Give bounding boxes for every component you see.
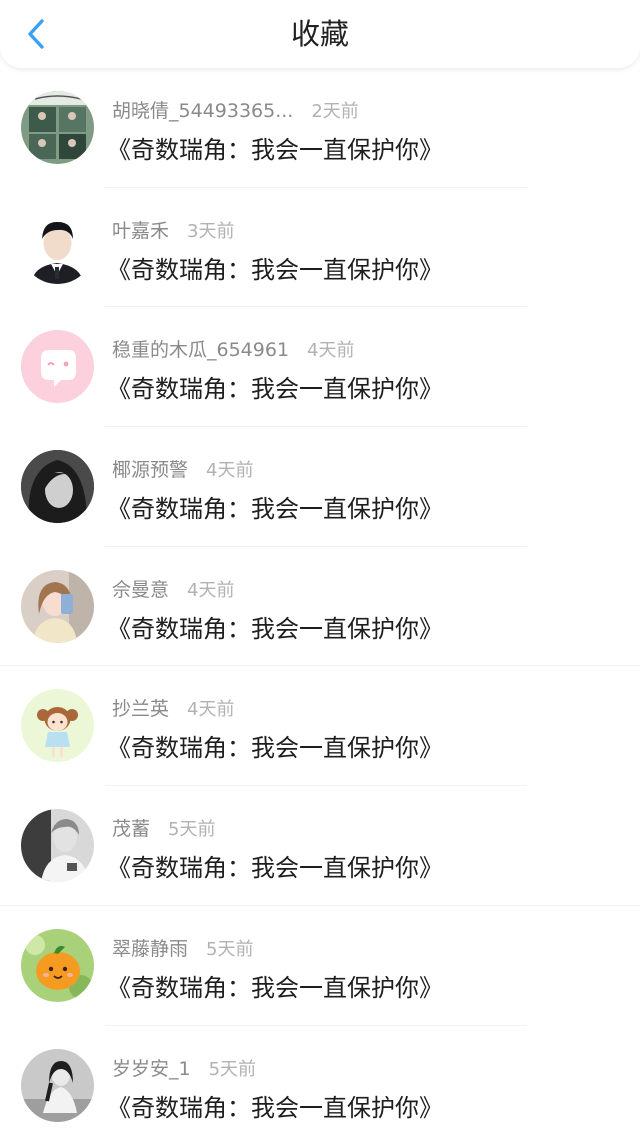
timestamp: 4天前 (187, 580, 234, 601)
top-bar: 收藏 (0, 0, 640, 68)
username[interactable]: 叶嘉禾 (112, 220, 169, 242)
work-title[interactable]: 《奇数瑞角：我会一直保护你》 (107, 609, 443, 644)
list-item[interactable]: 岁岁安_1 5天前 《奇数瑞角：我会一直保护你》 (0, 1026, 640, 1145)
list-item[interactable]: 胡晓倩_54493365... 2天前 《奇数瑞角：我会一直保护你》 (0, 68, 640, 188)
avatar[interactable] (21, 929, 94, 1002)
favorites-list: 胡晓倩_54493365... 2天前 《奇数瑞角：我会一直保护你》 叶嘉禾 3天前… (0, 68, 640, 1145)
username[interactable]: 茂蓄 (112, 818, 150, 840)
item-meta: 胡晓倩_54493365... 2天前 (112, 96, 359, 123)
avatar[interactable] (21, 570, 94, 643)
avatar[interactable] (21, 689, 94, 762)
username[interactable]: 抄兰英 (112, 698, 169, 720)
username[interactable]: 岁岁安_1 (112, 1058, 191, 1080)
username[interactable]: 胡晓倩_54493365... (112, 100, 293, 122)
list-item[interactable]: 叶嘉禾 3天前 《奇数瑞角：我会一直保护你》 (0, 188, 640, 308)
username[interactable]: 佘曼意 (112, 579, 169, 601)
timestamp: 3天前 (187, 221, 234, 242)
timestamp: 4天前 (187, 699, 234, 720)
avatar[interactable] (21, 809, 94, 882)
page-title: 收藏 (0, 0, 640, 68)
list-item[interactable]: 茂蓄 5天前 《奇数瑞角：我会一直保护你》 (0, 786, 640, 906)
timestamp: 4天前 (307, 340, 354, 361)
work-title[interactable]: 《奇数瑞角：我会一直保护你》 (107, 369, 443, 404)
item-meta: 稳重的木瓜_654961 4天前 (112, 335, 354, 362)
work-title[interactable]: 《奇数瑞角：我会一直保护你》 (107, 728, 443, 763)
timestamp: 2天前 (311, 101, 358, 122)
username[interactable]: 稳重的木瓜_654961 (112, 339, 289, 361)
username[interactable]: 椰源预警 (112, 459, 188, 481)
list-item[interactable]: 抄兰英 4天前 《奇数瑞角：我会一直保护你》 (0, 666, 640, 786)
work-title[interactable]: 《奇数瑞角：我会一直保护你》 (107, 130, 443, 165)
work-title[interactable]: 《奇数瑞角：我会一直保护你》 (107, 848, 443, 883)
list-item[interactable]: 翠藤静雨 5天前 《奇数瑞角：我会一直保护你》 (0, 906, 640, 1026)
item-meta: 佘曼意 4天前 (112, 575, 234, 602)
work-title[interactable]: 《奇数瑞角：我会一直保护你》 (107, 250, 443, 285)
list-item[interactable]: 佘曼意 4天前 《奇数瑞角：我会一直保护你》 (0, 547, 640, 667)
timestamp: 5天前 (168, 819, 215, 840)
item-meta: 翠藤静雨 5天前 (112, 934, 253, 961)
item-meta: 茂蓄 5天前 (112, 814, 215, 841)
item-meta: 椰源预警 4天前 (112, 455, 253, 482)
item-meta: 叶嘉禾 3天前 (112, 216, 234, 243)
timestamp: 5天前 (206, 939, 253, 960)
avatar[interactable] (21, 1049, 94, 1122)
avatar[interactable] (21, 330, 94, 403)
item-meta: 岁岁安_1 5天前 (112, 1054, 256, 1081)
work-title[interactable]: 《奇数瑞角：我会一直保护你》 (107, 968, 443, 1003)
work-title[interactable]: 《奇数瑞角：我会一直保护你》 (107, 489, 443, 524)
list-item[interactable]: 椰源预警 4天前 《奇数瑞角：我会一直保护你》 (0, 427, 640, 547)
item-meta: 抄兰英 4天前 (112, 694, 234, 721)
list-item[interactable]: 稳重的木瓜_654961 4天前 《奇数瑞角：我会一直保护你》 (0, 307, 640, 427)
avatar[interactable] (21, 91, 94, 164)
username[interactable]: 翠藤静雨 (112, 938, 188, 960)
work-title[interactable]: 《奇数瑞角：我会一直保护你》 (107, 1088, 443, 1123)
avatar[interactable] (21, 450, 94, 523)
timestamp: 4天前 (206, 460, 253, 481)
timestamp: 5天前 (209, 1059, 256, 1080)
avatar[interactable] (21, 211, 94, 284)
